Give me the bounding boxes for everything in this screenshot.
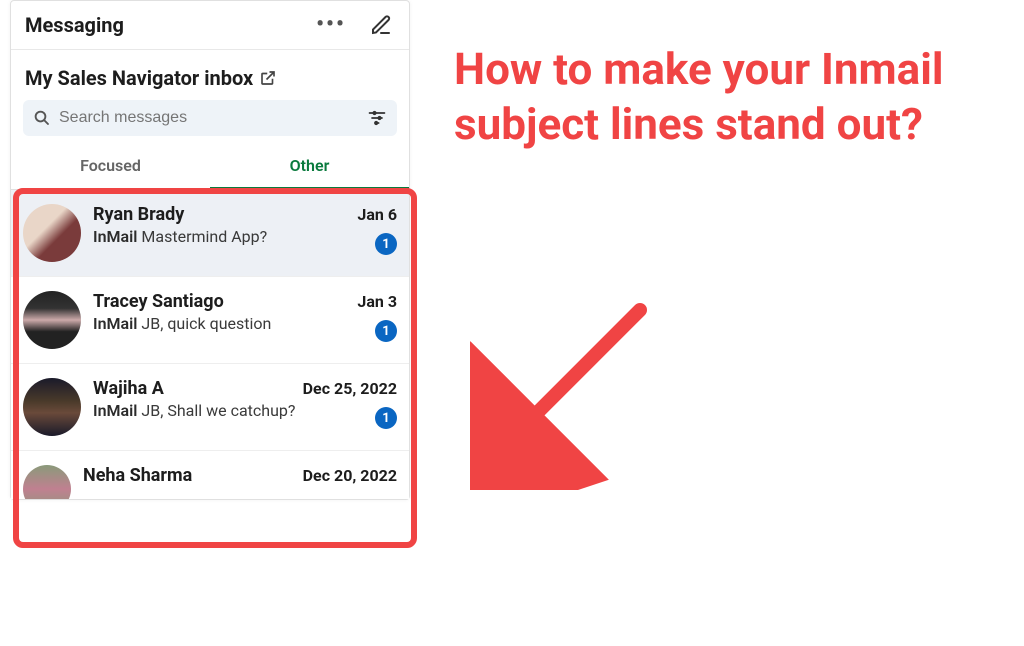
external-link-icon — [259, 69, 277, 87]
subject-text: JB, quick question — [141, 314, 271, 333]
inbox-subheader-label: My Sales Navigator inbox — [25, 66, 253, 90]
annotation-arrow-icon — [470, 290, 670, 490]
tab-focused[interactable]: Focused — [11, 146, 210, 189]
subject-text: JB, Shall we catchup? — [141, 401, 295, 420]
compose-button[interactable] — [367, 11, 395, 39]
message-body: Neha Sharma Dec 20, 2022 — [83, 465, 397, 499]
search-box[interactable] — [23, 100, 397, 136]
message-item[interactable]: Ryan Brady Jan 6 InMail Mastermind App? … — [11, 190, 409, 277]
avatar — [23, 204, 81, 262]
inmail-tag: InMail — [93, 401, 137, 420]
unread-badge: 1 — [375, 320, 397, 342]
sender-name: Neha Sharma — [83, 465, 192, 486]
unread-badge: 1 — [375, 233, 397, 255]
badge-wrap: 1 — [375, 314, 397, 342]
search-icon — [33, 109, 51, 127]
message-body: Tracey Santiago Jan 3 InMail JB, quick q… — [93, 291, 397, 349]
message-date: Jan 6 — [357, 205, 397, 224]
message-body: Wajiha A Dec 25, 2022 InMail JB, Shall w… — [93, 378, 397, 436]
avatar — [23, 465, 71, 499]
panel-header: Messaging ••• — [11, 1, 409, 50]
inbox-subheader-link[interactable]: My Sales Navigator inbox — [11, 50, 409, 100]
message-list: Ryan Brady Jan 6 InMail Mastermind App? … — [11, 190, 409, 499]
annotation-callout-text: How to make your Inmail subject lines st… — [454, 42, 1024, 152]
sender-name: Ryan Brady — [93, 204, 184, 225]
message-item[interactable]: Wajiha A Dec 25, 2022 InMail JB, Shall w… — [11, 364, 409, 451]
inmail-tag: InMail — [93, 227, 137, 246]
avatar — [23, 291, 81, 349]
inmail-tag: InMail — [93, 314, 137, 333]
more-options-button[interactable]: ••• — [317, 11, 345, 39]
message-date: Jan 3 — [357, 292, 397, 311]
messaging-panel: Messaging ••• My Sales Navigator inbox — [10, 0, 410, 500]
badge-wrap: 1 — [375, 227, 397, 255]
ellipsis-icon: ••• — [316, 14, 346, 36]
avatar — [23, 378, 81, 436]
panel-header-actions: ••• — [317, 11, 395, 39]
sender-name: Wajiha A — [93, 378, 164, 399]
message-preview: InMail JB, Shall we catchup? — [93, 401, 295, 422]
message-date: Dec 25, 2022 — [303, 379, 397, 398]
message-body: Ryan Brady Jan 6 InMail Mastermind App? … — [93, 204, 397, 262]
compose-icon — [369, 13, 393, 37]
search-input[interactable] — [59, 109, 359, 127]
filter-icon[interactable] — [367, 108, 387, 128]
tabs: Focused Other — [11, 146, 409, 190]
subject-text: Mastermind App? — [141, 227, 267, 246]
message-preview: InMail Mastermind App? — [93, 227, 267, 248]
message-item[interactable]: Tracey Santiago Jan 3 InMail JB, quick q… — [11, 277, 409, 364]
search-row — [11, 100, 409, 146]
message-preview: InMail JB, quick question — [93, 314, 271, 335]
message-item[interactable]: Neha Sharma Dec 20, 2022 — [11, 451, 409, 499]
sender-name: Tracey Santiago — [93, 291, 224, 312]
message-date: Dec 20, 2022 — [303, 466, 397, 485]
tab-other[interactable]: Other — [210, 146, 409, 189]
panel-title: Messaging — [25, 13, 124, 37]
unread-badge: 1 — [375, 407, 397, 429]
badge-wrap: 1 — [375, 401, 397, 429]
